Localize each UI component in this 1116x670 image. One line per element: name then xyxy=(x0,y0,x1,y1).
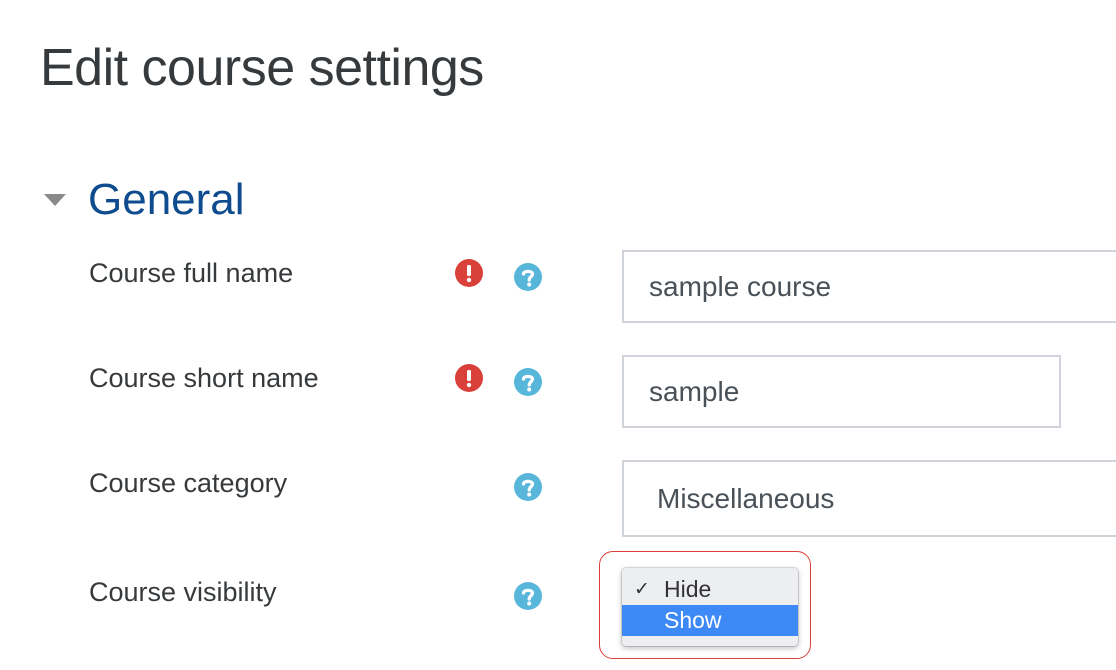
course-short-name-label: Course short name xyxy=(89,363,319,393)
help-icon[interactable] xyxy=(514,263,542,291)
page-title: Edit course settings xyxy=(40,39,484,97)
help-icon[interactable] xyxy=(514,473,542,501)
course-category-label: Course category xyxy=(89,468,288,498)
course-category-select[interactable]: Miscellaneous xyxy=(622,460,1116,537)
course-full-name-input[interactable] xyxy=(622,250,1116,323)
caret-down-icon[interactable] xyxy=(40,185,70,215)
visibility-option-show[interactable]: Show xyxy=(622,605,798,636)
required-icon xyxy=(455,364,483,392)
help-icon[interactable] xyxy=(514,368,542,396)
course-visibility-label: Course visibility xyxy=(89,577,277,607)
course-visibility-dropdown[interactable]: ✓ Hide Show xyxy=(622,568,798,646)
course-full-name-label: Course full name xyxy=(89,258,294,288)
visibility-option-show-label: Show xyxy=(664,607,722,633)
course-category-value: Miscellaneous xyxy=(657,482,835,514)
edit-course-page: Edit course settings General Course full… xyxy=(0,0,1116,670)
section-header-general: General xyxy=(40,172,245,228)
visibility-option-hide-label: Hide xyxy=(664,576,712,602)
help-icon[interactable] xyxy=(514,582,542,610)
required-icon xyxy=(455,259,483,287)
checkmark-icon: ✓ xyxy=(634,579,650,600)
course-short-name-input[interactable] xyxy=(622,355,1061,428)
section-title[interactable]: General xyxy=(88,172,245,228)
visibility-option-hide[interactable]: ✓ Hide xyxy=(622,574,798,605)
